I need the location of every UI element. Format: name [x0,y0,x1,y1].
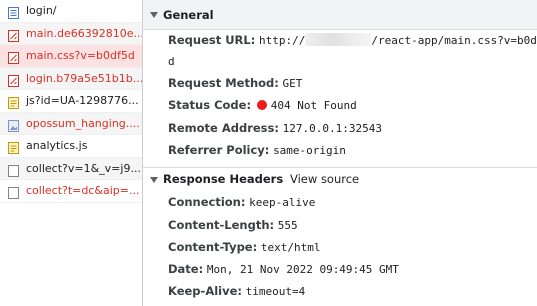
response-header-row: Connection: keep-alive [168,195,315,209]
response-headers-title: Response Headers [163,172,284,186]
response-headers-section-header[interactable]: Response Headers View source [143,168,537,192]
request-row[interactable]: login.b79a5e51b1b... [0,67,142,90]
request-name: analytics.js [26,139,88,152]
request-list: login/main.de66392810e... main.css?v=b0df… [0,0,143,306]
response-header-value: 555 [277,219,298,232]
response-header-value: text/html [260,241,321,254]
request-row[interactable]: collect?v=1&_v=j9... [0,157,142,180]
response-header-key: Keep-Alive: [168,284,242,298]
remote-address-label: Remote Address: [168,121,279,135]
request-url-path: /react-app/main.css?v=b0df5 [371,34,537,47]
image-icon [8,118,19,132]
request-url-wrap-row: d [168,54,175,68]
request-name: main.css?v=b0df5d [26,49,135,62]
referrer-policy-label: Referrer Policy: [168,143,270,157]
response-header-row: Date: Mon, 21 Nov 2022 09:49:45 GMT [168,262,399,276]
status-code-row: Status Code: 404 Not Found [168,98,357,112]
request-url-prefix: http:// [259,34,306,47]
script-icon [8,140,19,154]
referrer-policy-row: Referrer Policy: same-origin [168,143,346,157]
redacted-host [305,33,372,46]
response-header-key: Connection: [168,195,246,209]
response-header-value: keep-alive [249,196,316,209]
response-header-value: timeout=4 [245,285,306,298]
request-method-label: Request Method: [168,76,279,90]
status-dot-icon [256,100,267,110]
stylesheet-icon [8,73,19,87]
request-name: js?id=UA-1298776... [26,94,139,107]
request-name: collect?t=dc&aip=... [26,184,140,197]
script-icon [8,95,19,109]
collapse-triangle-icon[interactable] [150,12,158,18]
response-header-value: Mon, 21 Nov 2022 09:49:45 GMT [206,263,399,276]
document-icon [8,5,19,19]
collapse-triangle-icon[interactable] [150,177,158,183]
response-header-key: Date: [168,262,204,276]
request-url-row: Request URL: http:// /react-app/main.css?… [168,33,537,47]
request-name: collect?v=1&_v=j9... [26,161,141,175]
general-section-header[interactable]: General [143,0,537,30]
request-name: main.de66392810e... [26,26,142,40]
request-row[interactable]: main.css?v=b0df5d [0,45,142,68]
request-method-row: Request Method: GET [168,76,302,90]
view-source-link[interactable]: View source [290,168,359,190]
response-header-row: Content-Type: text/html [168,240,320,254]
request-row[interactable]: login/ [0,0,142,23]
request-name: login.b79a5e51b1b... [26,71,142,85]
response-header-row: Content-Length: 555 [168,218,298,232]
stylesheet-icon [8,50,19,64]
generic-file-icon [8,163,19,177]
request-url-label: Request URL: [168,33,256,47]
request-name: login/ [26,4,57,17]
request-name: opossum_hanging.... [26,116,140,130]
request-row[interactable]: analytics.js [0,135,142,158]
referrer-policy-value: same-origin [273,144,346,157]
general-title: General [163,8,214,22]
request-row[interactable]: js?id=UA-1298776... [0,90,142,113]
stylesheet-icon [8,28,19,42]
response-header-key: Content-Type: [168,240,258,254]
remote-address-value: 127.0.0.1:32543 [282,122,382,135]
request-row[interactable]: collect?t=dc&aip=... [0,180,142,203]
generic-file-icon [8,185,19,199]
response-header-key: Content-Length: [168,218,275,232]
request-row[interactable]: opossum_hanging.... [0,112,142,135]
response-header-row: Keep-Alive: timeout=4 [168,284,305,298]
remote-address-row: Remote Address: 127.0.0.1:32543 [168,121,382,135]
headers-panel: General Request URL: http:// /react-app/m… [143,0,537,306]
status-code-label: Status Code: [168,98,252,112]
request-url-wrap: d [168,55,175,68]
request-method-value: GET [282,77,303,90]
status-code-value: 404 Not Found [270,99,357,112]
request-row[interactable]: main.de66392810e... [0,22,142,45]
